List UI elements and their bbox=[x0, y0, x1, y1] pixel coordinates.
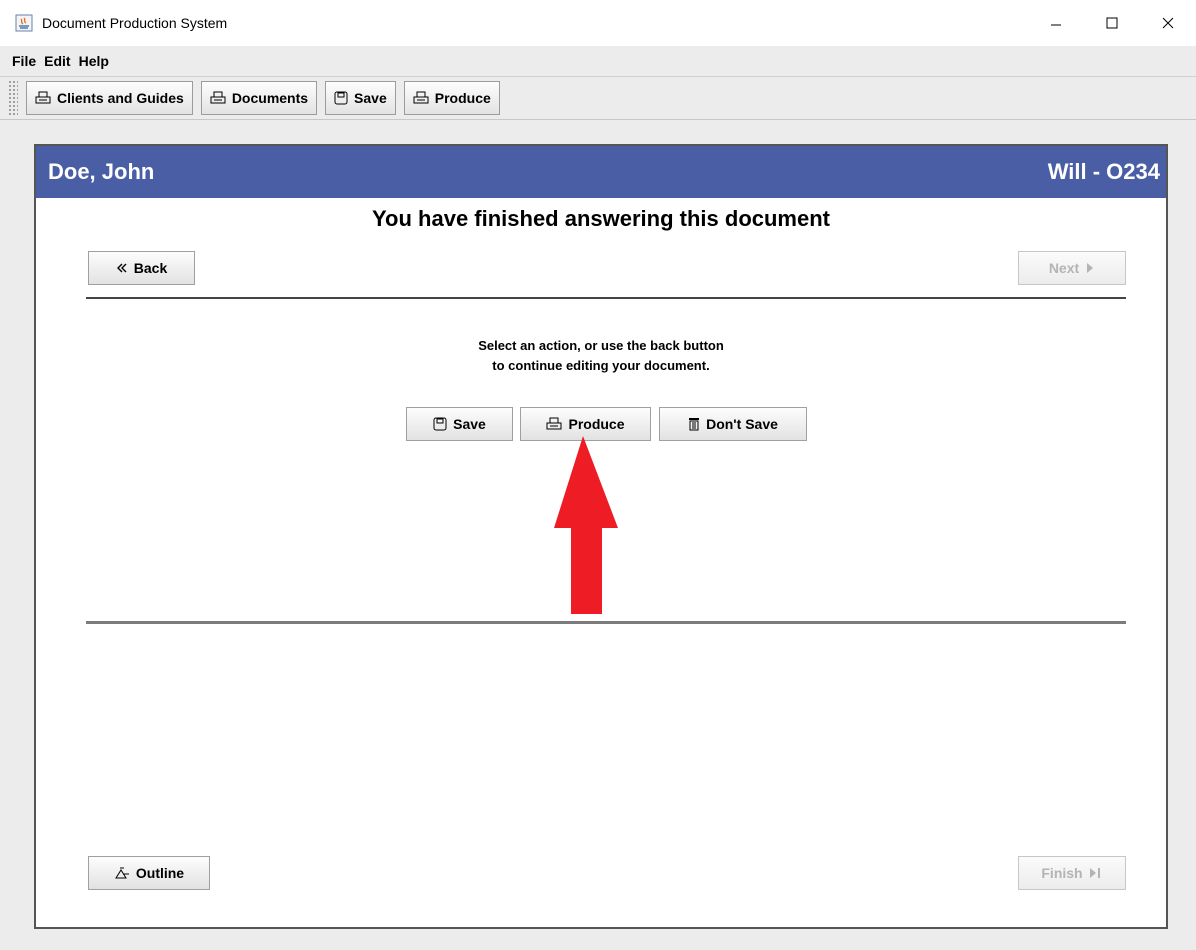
save-label: Save bbox=[453, 416, 486, 432]
next-button[interactable]: Next bbox=[1018, 251, 1126, 285]
toolbar-produce-button[interactable]: Produce bbox=[403, 81, 500, 115]
maximize-icon bbox=[1106, 17, 1118, 29]
page-title: You have finished answering this documen… bbox=[372, 206, 830, 231]
clients-and-guides-button[interactable]: Clients and Guides bbox=[26, 81, 193, 115]
menu-edit[interactable]: Edit bbox=[40, 53, 74, 69]
menu-bar: File Edit Help bbox=[0, 48, 1196, 74]
menu-help[interactable]: Help bbox=[75, 53, 113, 69]
top-divider bbox=[86, 297, 1126, 299]
toolbar-save-button[interactable]: Save bbox=[325, 81, 396, 115]
double-chevron-left-icon bbox=[116, 263, 127, 273]
window-title: Document Production System bbox=[42, 15, 228, 31]
dont-save-button[interactable]: Don't Save bbox=[659, 407, 807, 441]
red-arrow-annotation bbox=[554, 436, 618, 614]
dont-save-label: Don't Save bbox=[706, 416, 778, 432]
trash-icon bbox=[689, 418, 700, 431]
back-button[interactable]: Back bbox=[88, 251, 195, 285]
save-button[interactable]: Save bbox=[406, 407, 513, 441]
bottom-divider bbox=[86, 621, 1126, 624]
outline-label: Outline bbox=[135, 865, 185, 881]
chevron-right-icon bbox=[1087, 263, 1094, 273]
clients-and-guides-label: Clients and Guides bbox=[57, 90, 184, 106]
documents-label: Documents bbox=[231, 90, 309, 106]
printer-icon bbox=[413, 91, 429, 104]
back-label: Back bbox=[133, 260, 168, 276]
instruction-line-2: to continue editing your document. bbox=[492, 358, 710, 373]
finish-button[interactable]: Finish bbox=[1018, 856, 1126, 890]
document-panel: Doe, John Will - O234 You have finished … bbox=[34, 144, 1168, 929]
minimize-icon bbox=[1051, 24, 1061, 26]
java-app-icon bbox=[14, 13, 34, 33]
finish-icon bbox=[1089, 868, 1100, 878]
close-button[interactable] bbox=[1140, 0, 1196, 46]
minimize-button[interactable] bbox=[1028, 0, 1084, 46]
instructions: Select an action, or use the back button… bbox=[36, 336, 1166, 376]
toolbar-grip[interactable] bbox=[8, 80, 18, 116]
save-icon bbox=[433, 417, 447, 431]
outline-button[interactable]: Outline bbox=[88, 856, 210, 890]
document-id: Will - O234 bbox=[1047, 159, 1160, 184]
printer-icon bbox=[546, 417, 562, 430]
toolbar-produce-label: Produce bbox=[434, 90, 491, 106]
client-name: Doe, John bbox=[48, 159, 155, 184]
maximize-button[interactable] bbox=[1084, 0, 1140, 46]
printer-icon bbox=[35, 91, 51, 104]
finish-label: Finish bbox=[1041, 865, 1083, 881]
panel-header: Doe, John Will - O234 bbox=[36, 146, 1166, 198]
produce-label: Produce bbox=[568, 416, 625, 432]
menu-file[interactable]: File bbox=[0, 53, 40, 69]
outline-icon bbox=[114, 867, 129, 879]
toolbar: Clients and Guides Documents Save Produc… bbox=[0, 76, 1196, 120]
documents-button[interactable]: Documents bbox=[200, 81, 318, 115]
next-label: Next bbox=[1048, 260, 1080, 276]
save-icon bbox=[334, 91, 348, 105]
title-bar: Document Production System bbox=[0, 0, 1196, 46]
toolbar-save-label: Save bbox=[354, 90, 387, 106]
printer-icon bbox=[210, 91, 226, 104]
instruction-line-1: Select an action, or use the back button bbox=[478, 338, 724, 353]
close-icon bbox=[1162, 17, 1174, 29]
